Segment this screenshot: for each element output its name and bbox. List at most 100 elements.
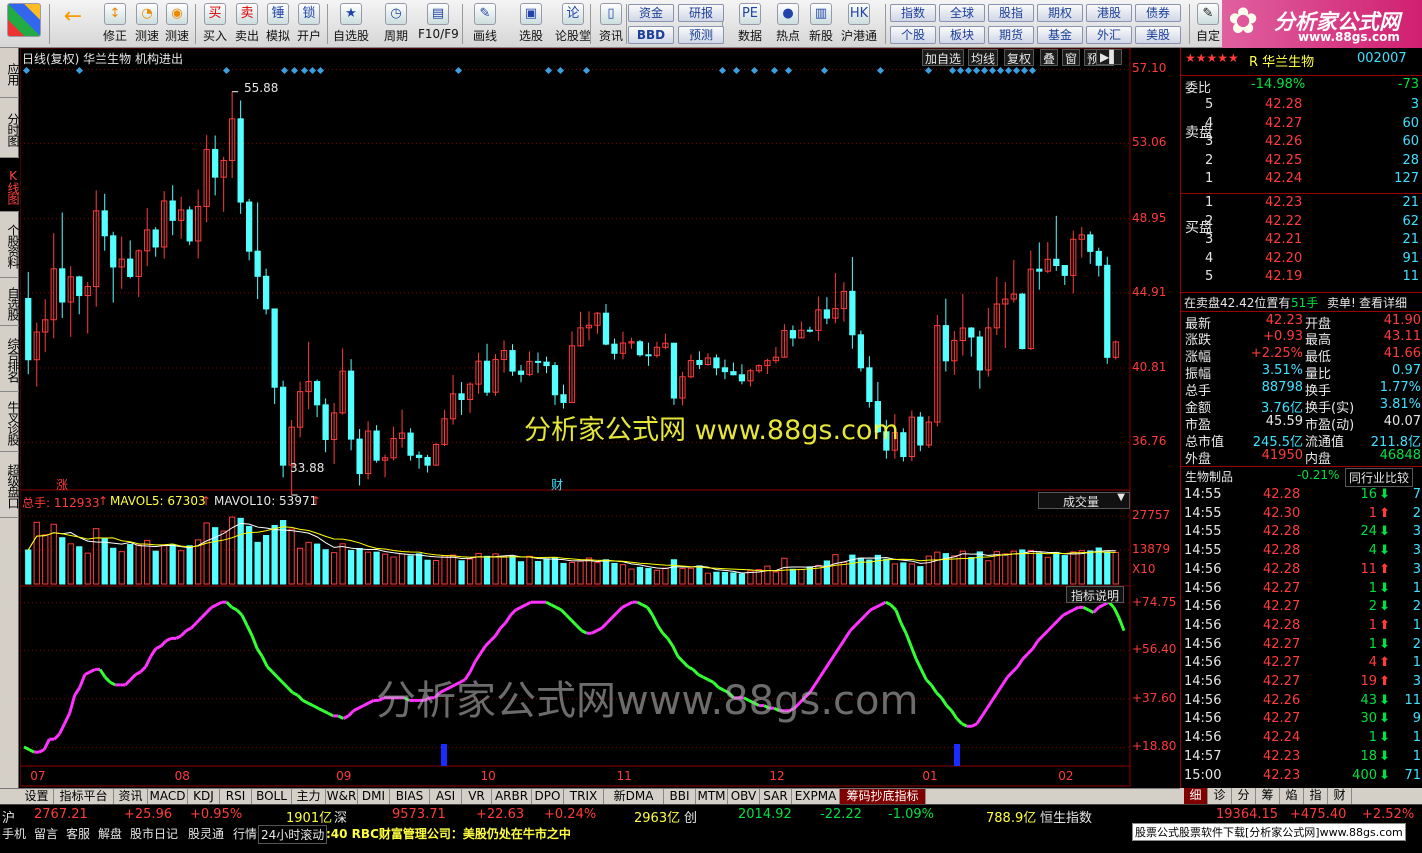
pill-b-0[interactable]: BBD: [628, 26, 674, 44]
indicator-tab-17[interactable]: BBI: [664, 789, 696, 805]
nav-1[interactable]: 分时图: [0, 98, 20, 158]
indicator-tab-22[interactable]: 筹码抄底指标: [840, 789, 926, 805]
indicator-tab-1[interactable]: 指标平台: [54, 789, 114, 805]
stock-forum-button[interactable]: 论论股堂: [554, 3, 592, 45]
ask-row[interactable]: 3 42.26 60: [1181, 133, 1422, 151]
download-link[interactable]: 股票公式股票软件下载[分析家公式网]www.88gs.com: [1132, 823, 1406, 841]
chart-btn-2[interactable]: 复权: [1004, 49, 1035, 66]
pill-5[interactable]: 期权: [1037, 4, 1083, 22]
indicator-tab-2[interactable]: 资讯: [114, 789, 148, 805]
indicator-tab-10[interactable]: BIAS: [390, 789, 430, 805]
bid-row[interactable]: 1 42.23 21: [1181, 194, 1422, 212]
indicator-tab-6[interactable]: BOLL: [252, 789, 292, 805]
pill-b-1[interactable]: 预测: [678, 26, 724, 44]
indicator-tab-14[interactable]: DPO: [532, 789, 564, 805]
nav-4[interactable]: 自选股: [0, 278, 20, 326]
sell-button[interactable]: 卖卖出: [232, 3, 262, 45]
right-tab-5[interactable]: 指: [1304, 788, 1328, 804]
indicator-tab-9[interactable]: DMI: [358, 789, 390, 805]
pill-b-2[interactable]: 个股: [890, 26, 936, 44]
bid-row[interactable]: 5 42.19 11: [1181, 268, 1422, 286]
nav-2[interactable]: K线图: [0, 158, 20, 212]
indicator-tab-15[interactable]: TRIX: [564, 789, 604, 805]
pill-1[interactable]: 研报: [678, 4, 724, 22]
right-tab-6[interactable]: 财: [1328, 788, 1352, 804]
pill-7[interactable]: 债券: [1135, 4, 1181, 22]
peer-compare-button[interactable]: 同行业比较: [1345, 468, 1414, 487]
scroll-news-label[interactable]: 24小时滚动: [258, 825, 328, 844]
view-detail-link[interactable]: 查看详细: [1359, 294, 1407, 311]
right-tab-1[interactable]: 诊: [1208, 788, 1232, 804]
indicator-tab-4[interactable]: KDJ: [188, 789, 220, 805]
pill-b-6[interactable]: 外汇: [1086, 26, 1132, 44]
pill-3[interactable]: 全球: [939, 4, 985, 22]
expand-panel-icon[interactable]: ▶▌: [1096, 49, 1123, 65]
nav-0[interactable]: 应用: [0, 48, 20, 98]
ask-row[interactable]: 2 42.25 28: [1181, 152, 1422, 170]
hot-button[interactable]: ● 热点: [772, 3, 804, 45]
data-button[interactable]: PE 数据: [734, 3, 766, 45]
indicator-tab-21[interactable]: EXPMA: [792, 789, 840, 805]
chart-btn-4[interactable]: 窗: [1062, 49, 1081, 66]
pill-b-3[interactable]: 板块: [939, 26, 985, 44]
right-tab-2[interactable]: 分: [1232, 788, 1256, 804]
ask-row[interactable]: 1 42.24 127: [1181, 170, 1422, 188]
pill-2[interactable]: 指数: [890, 4, 936, 22]
indicator-tab-16[interactable]: 新DMA: [604, 789, 664, 805]
indicator-tab-11[interactable]: ASI: [430, 789, 462, 805]
indicator-tab-7[interactable]: 主力: [292, 789, 326, 805]
indicator-tab-3[interactable]: MACD: [148, 789, 188, 805]
bid-row[interactable]: 3 42.21 21: [1181, 231, 1422, 249]
indicator-tab-12[interactable]: VR: [462, 789, 492, 805]
draw-button[interactable]: ✎ 画线: [466, 3, 504, 45]
indicator-tab-0[interactable]: 设置: [20, 789, 54, 805]
chart-btn-1[interactable]: 均线: [968, 49, 999, 66]
pill-b-7[interactable]: 美股: [1135, 26, 1181, 44]
open-account-button[interactable]: 锁开户: [294, 3, 324, 45]
period-button[interactable]: ◷ 周期: [378, 3, 414, 45]
volume-selector[interactable]: 成交量 ▼: [1038, 492, 1130, 509]
status-item-0[interactable]: 手机: [2, 825, 26, 842]
indicator-tab-8[interactable]: W&R: [326, 789, 358, 805]
right-tab-0[interactable]: 细: [1184, 788, 1208, 804]
pill-b-5[interactable]: 基金: [1037, 26, 1083, 44]
nav-7[interactable]: 超级盘口: [0, 452, 20, 518]
pill-6[interactable]: 港股: [1086, 4, 1132, 22]
simulate-button[interactable]: 锤模拟: [263, 3, 293, 45]
pill-b-4[interactable]: 期货: [988, 26, 1034, 44]
f10-button[interactable]: ▤ F10/F9: [418, 3, 459, 45]
speed-button[interactable]: ◔ 测速: [132, 3, 162, 45]
pill-4[interactable]: 股指: [988, 4, 1034, 22]
status-item-4[interactable]: 股市日记: [130, 825, 178, 842]
nav-3[interactable]: 个股资料: [0, 212, 20, 278]
self-select-button[interactable]: ★ 自选股: [332, 3, 370, 45]
indicator-tab-20[interactable]: SAR: [760, 789, 792, 805]
indicator-help-button[interactable]: 指标说明: [1066, 586, 1124, 603]
indicator-tab-19[interactable]: OBV: [728, 789, 760, 805]
status-item-2[interactable]: 客服: [66, 825, 90, 842]
nav-5[interactable]: 综合排名: [0, 326, 20, 392]
right-tab-3[interactable]: 筹: [1256, 788, 1280, 804]
indicator-tab-5[interactable]: RSI: [220, 789, 252, 805]
bid-row[interactable]: 4 42.20 91: [1181, 250, 1422, 268]
adjust-button[interactable]: ↕ 修正: [98, 3, 132, 45]
back-button[interactable]: ←: [56, 3, 90, 45]
indicator-tab-13[interactable]: ARBR: [492, 789, 532, 805]
right-tab-4[interactable]: 焰: [1280, 788, 1304, 804]
new-stock-button[interactable]: ▥ 新股: [806, 3, 836, 45]
chart-btn-3[interactable]: 叠: [1040, 49, 1059, 66]
home-button[interactable]: [4, 3, 44, 45]
info-button[interactable]: ▯ 资讯: [596, 3, 626, 45]
buy-button[interactable]: 买买入: [200, 3, 230, 45]
ask-row[interactable]: 4 42.27 60: [1181, 115, 1422, 133]
status-item-1[interactable]: 留言: [34, 825, 58, 842]
pill-0[interactable]: 资金: [628, 4, 674, 22]
status-item-6[interactable]: 行情: [233, 825, 257, 842]
status-item-3[interactable]: 解盘: [98, 825, 122, 842]
chart-btn-0[interactable]: 加自选: [922, 49, 965, 66]
custom-button[interactable]: ✎ 自定: [1194, 3, 1222, 45]
select-stock-button[interactable]: ▣ 选股: [514, 3, 548, 45]
status-item-5[interactable]: 股灵通: [188, 825, 224, 842]
bid-row[interactable]: 2 42.22 62: [1181, 213, 1422, 231]
news-ticker[interactable]: :40 RBC财富管理公司：美股仍处在牛市之中: [326, 825, 571, 842]
